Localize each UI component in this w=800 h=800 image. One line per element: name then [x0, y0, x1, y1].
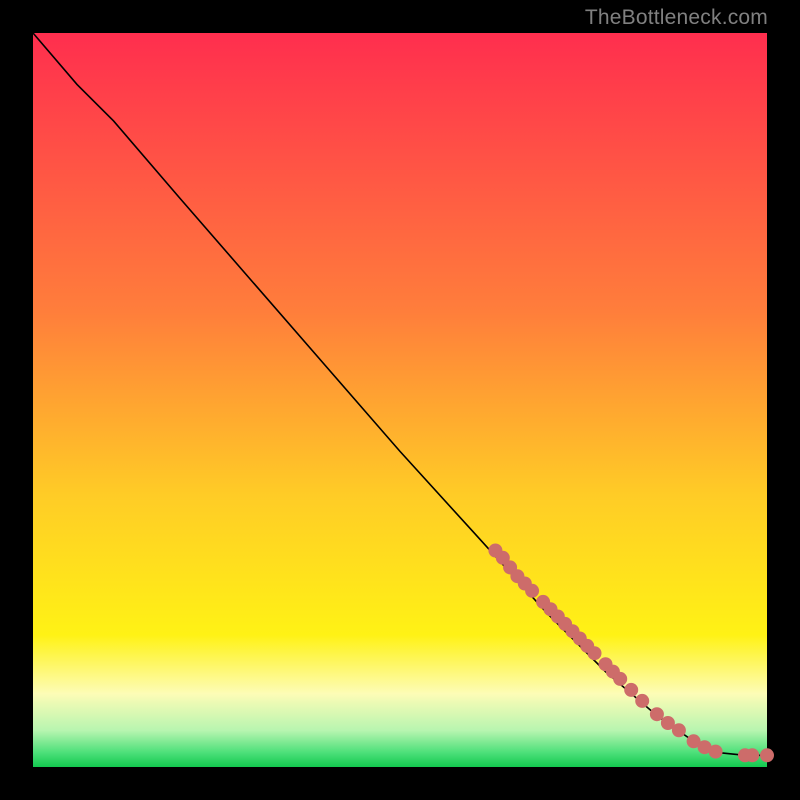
highlight-dot — [672, 724, 685, 737]
chart-overlay-svg — [33, 33, 767, 767]
highlight-dot — [650, 708, 663, 721]
highlight-dot — [746, 749, 759, 762]
highlight-dot — [588, 647, 601, 660]
highlight-dot — [614, 672, 627, 685]
highlight-dots-group — [489, 544, 774, 762]
bottleneck-curve — [33, 33, 767, 755]
highlight-dot — [709, 745, 722, 758]
highlight-dot — [625, 683, 638, 696]
highlight-dot — [661, 717, 674, 730]
chart-stage: TheBottleneck.com — [0, 0, 800, 800]
highlight-dot — [761, 749, 774, 762]
highlight-dot — [636, 694, 649, 707]
watermark-text: TheBottleneck.com — [585, 6, 768, 30]
highlight-dot — [526, 584, 539, 597]
